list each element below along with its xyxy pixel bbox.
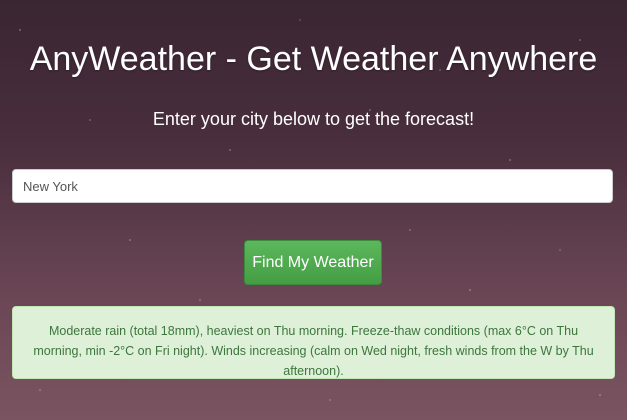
city-input[interactable]: [12, 169, 613, 203]
page-title: AnyWeather - Get Weather Anywhere: [29, 40, 598, 78]
page-subtitle: Enter your city below to get the forecas…: [152, 109, 475, 129]
find-weather-button[interactable]: Find My Weather: [244, 240, 382, 285]
forecast-result: Moderate rain (total 18mm), heaviest on …: [12, 306, 615, 379]
